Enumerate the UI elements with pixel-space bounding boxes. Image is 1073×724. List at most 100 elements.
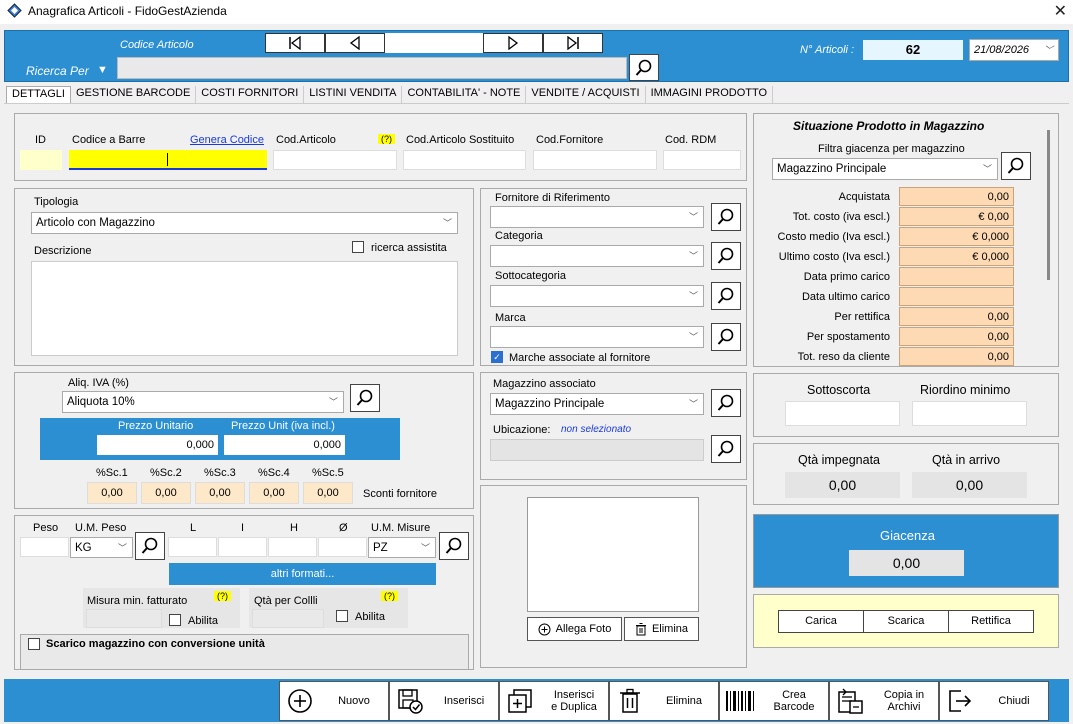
misura-min-help[interactable]: (?) xyxy=(214,591,231,601)
riordino-input[interactable] xyxy=(912,401,1027,426)
codart-help[interactable]: (?) xyxy=(378,134,395,144)
sconto-input[interactable]: 0,00 xyxy=(303,482,353,504)
first-record-button[interactable] xyxy=(265,33,325,53)
misura-min-abilita-checkbox[interactable] xyxy=(169,614,181,629)
sottocategoria-search-button[interactable] xyxy=(711,282,741,310)
ubicazione-input[interactable] xyxy=(490,439,704,461)
um-peso-search-button[interactable] xyxy=(135,532,165,560)
peso-input[interactable] xyxy=(20,537,69,557)
qta-colli-input[interactable] xyxy=(252,609,324,628)
tab-contabilita-note[interactable]: CONTABILITA' - NOTE xyxy=(402,86,527,103)
magazzino-search-button[interactable] xyxy=(711,389,741,417)
codart-input[interactable] xyxy=(273,150,397,170)
misura-min-label: Misura min. fatturato xyxy=(87,595,188,607)
misura-min-input[interactable] xyxy=(86,609,162,628)
fornitore-search-button[interactable] xyxy=(711,203,741,231)
qta-colli-abilita-checkbox[interactable] xyxy=(336,610,348,625)
prezzo-iva-label: Prezzo Unit (iva incl.) xyxy=(231,420,335,432)
ricerca-input[interactable] xyxy=(117,57,627,79)
iva-select[interactable]: Aliquota 10% ﹀ xyxy=(62,391,344,413)
checkbox-box[interactable] xyxy=(28,638,40,650)
prezzo-iva-input[interactable]: 0,000 xyxy=(224,435,345,455)
tab-vendite-acquisti[interactable]: VENDITE / ACQUISTI xyxy=(526,86,646,103)
um-peso-select[interactable]: KG ﹀ xyxy=(70,537,133,558)
close-icon[interactable]: ✕ xyxy=(1054,1,1067,21)
descrizione-textarea[interactable] xyxy=(31,261,458,356)
marca-select[interactable]: ﹀ xyxy=(490,326,704,348)
tab-costi-fornitori[interactable]: COSTI FORNITORI xyxy=(196,86,305,103)
last-record-button[interactable] xyxy=(543,33,603,53)
tab-dettagli[interactable]: DETTAGLI xyxy=(6,86,71,103)
ubicazione-search-button[interactable] xyxy=(711,435,741,463)
barcode-input[interactable] xyxy=(69,150,267,170)
o-input[interactable] xyxy=(318,537,367,557)
chiudi-button[interactable]: Chiudi xyxy=(939,681,1049,721)
sottoscorta-input[interactable] xyxy=(785,401,900,426)
date-picker[interactable]: 21/08/2026 ﹀ xyxy=(969,39,1059,61)
categoria-search-button[interactable] xyxy=(711,242,741,270)
checkbox-box[interactable] xyxy=(336,610,348,622)
descrizione-label: Descrizione xyxy=(34,245,92,257)
categoria-select[interactable]: ﹀ xyxy=(490,245,704,267)
scarico-checkbox[interactable] xyxy=(28,638,40,653)
genera-codice-link[interactable]: Genera Codice xyxy=(190,134,264,146)
tab-immagini-prodotto[interactable]: IMMAGINI PRODOTTO xyxy=(645,86,774,103)
iva-search-button[interactable] xyxy=(350,384,380,412)
filtra-select[interactable]: Magazzino Principale ﹀ xyxy=(772,158,998,180)
elimina-button[interactable]: Elimina xyxy=(609,681,719,721)
elimina-foto-button[interactable]: Elimina xyxy=(624,617,699,641)
sconto-input[interactable]: 0,00 xyxy=(249,482,299,504)
sostituito-input[interactable] xyxy=(403,150,526,170)
inserisci-button[interactable]: Inserisci xyxy=(389,681,499,721)
fornitore-select[interactable]: ﹀ xyxy=(490,206,704,228)
i-input[interactable] xyxy=(218,537,267,557)
scarica-button[interactable]: Scarica xyxy=(863,610,949,633)
carica-button[interactable]: Carica xyxy=(778,610,864,633)
cod-rdm-input[interactable] xyxy=(663,150,741,170)
iva-label: Aliq. IVA (%) xyxy=(68,377,129,389)
ricerca-search-button[interactable] xyxy=(629,54,659,81)
tab-gestione-barcode[interactable]: GESTIONE BARCODE xyxy=(70,86,197,103)
cod-fornitore-input[interactable] xyxy=(533,150,657,170)
sconto-input[interactable]: 0,00 xyxy=(141,482,191,504)
codice-articolo-field[interactable] xyxy=(385,33,483,53)
h-input[interactable] xyxy=(268,537,317,557)
qta-colli-help[interactable]: (?) xyxy=(381,591,398,601)
um-misure-select[interactable]: PZ ﹀ xyxy=(368,537,436,558)
sconto-input[interactable]: 0,00 xyxy=(195,482,245,504)
filtra-search-button[interactable] xyxy=(1001,152,1031,180)
chevron-down-icon: ﹀ xyxy=(420,543,430,553)
copia-archivi-button[interactable]: Copia in Archivi xyxy=(829,681,939,721)
altri-formati-button[interactable]: altri formati... xyxy=(169,563,436,585)
next-record-button[interactable] xyxy=(483,33,543,53)
checkbox-box[interactable] xyxy=(169,614,181,626)
l-input[interactable] xyxy=(168,537,217,557)
situazione-scrollbar[interactable] xyxy=(1043,127,1053,365)
prev-record-button[interactable] xyxy=(325,33,385,53)
crea-barcode-button[interactable]: Crea Barcode xyxy=(719,681,829,721)
rettifica-button[interactable]: Rettifica xyxy=(948,610,1034,633)
sconto-label: %Sc.1 xyxy=(96,467,128,479)
ricerca-dropdown-icon[interactable]: ▼ xyxy=(97,64,108,76)
um-misure-search-button[interactable] xyxy=(439,532,469,560)
o-label: Ø xyxy=(339,522,348,534)
sconto-input[interactable]: 0,00 xyxy=(87,482,137,504)
prezzo-unitario-input[interactable]: 0,000 xyxy=(97,435,218,455)
stat-value xyxy=(899,267,1014,286)
checkbox-box[interactable] xyxy=(352,241,364,253)
nuovo-button[interactable]: Nuovo xyxy=(279,681,389,721)
ricerca-per-label[interactable]: Ricerca Per xyxy=(26,64,89,78)
checkmark-icon[interactable]: ✓ xyxy=(491,351,503,363)
marca-search-button[interactable] xyxy=(711,323,741,351)
marche-associate-checkbox[interactable]: ✓ xyxy=(491,351,503,363)
tipologia-select[interactable]: Articolo con Magazzino ﹀ xyxy=(31,212,458,234)
sottocategoria-select[interactable]: ﹀ xyxy=(490,285,704,307)
tab-listini-vendita[interactable]: LISTINI VENDITA xyxy=(304,86,403,103)
magazzino-select[interactable]: Magazzino Principale ﹀ xyxy=(490,393,704,415)
allega-foto-button[interactable]: Allega Foto xyxy=(527,617,622,641)
stat-value: 0,00 xyxy=(899,307,1014,326)
scrollbar-thumb[interactable] xyxy=(1047,130,1050,280)
ricerca-assistita-checkbox[interactable] xyxy=(352,241,364,256)
inserisci-duplica-button[interactable]: Inserisci e Duplica xyxy=(499,681,609,721)
crea-barcode-label-1: Crea xyxy=(782,689,806,701)
